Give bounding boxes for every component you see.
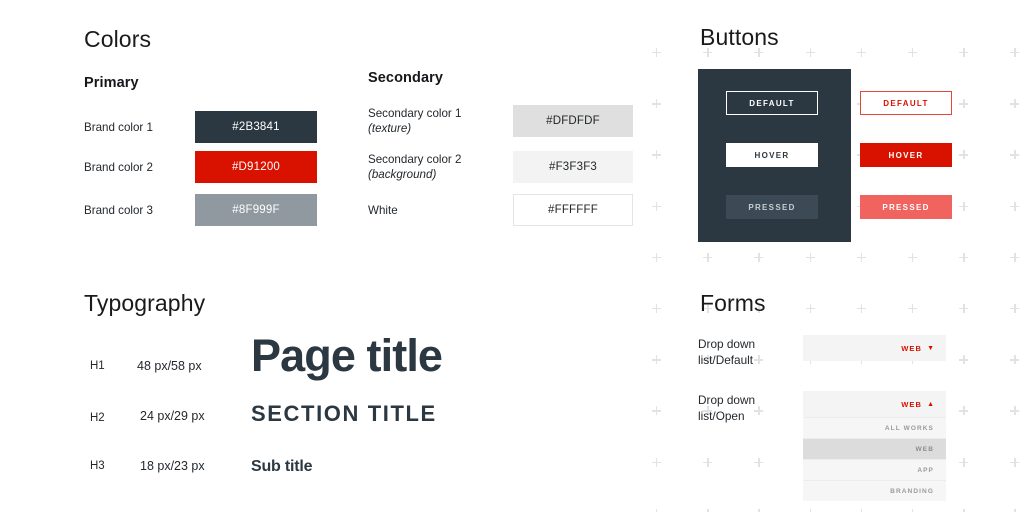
- dropdown-option-list: ALL WORKS WEB APP BRANDING: [803, 417, 946, 501]
- primary-colors-heading: Primary: [84, 75, 139, 91]
- color-swatch: #FFFFFF: [513, 194, 633, 226]
- plus-marker: [754, 406, 764, 416]
- plus-marker: [856, 48, 866, 57]
- dropdown-open-trigger[interactable]: WEB ▲: [803, 391, 946, 417]
- color-row-brand-2: Brand color 2 #D91200: [84, 151, 317, 183]
- plus-marker: [959, 355, 969, 365]
- type-metric-h3: 18 px/23 px: [140, 459, 205, 473]
- plus-marker: [652, 99, 661, 109]
- plus-marker: [1010, 304, 1020, 313]
- dropdown-default-label: Drop down list/Default: [698, 337, 756, 367]
- button-red-hover[interactable]: HOVER: [860, 143, 952, 167]
- color-label: White: [368, 203, 398, 217]
- color-swatch: #F3F3F3: [513, 151, 633, 183]
- plus-marker: [652, 150, 661, 160]
- dropdown-option-selected[interactable]: WEB: [803, 438, 946, 459]
- chevron-up-icon: ▲: [927, 400, 934, 408]
- dropdown-open-label: Drop down list/Open: [698, 393, 756, 423]
- plus-marker: [1010, 457, 1020, 467]
- plus-marker: [703, 457, 713, 467]
- type-metric-h2: 24 px/29 px: [140, 409, 205, 423]
- plus-marker: [959, 48, 969, 57]
- plus-marker: [1010, 99, 1020, 109]
- plus-marker: [805, 48, 815, 57]
- type-tag-h2: H2: [90, 412, 105, 424]
- dropdown-value: WEB: [901, 343, 923, 353]
- color-label: Secondary color 1 (texture): [368, 106, 513, 136]
- plus-marker: [959, 150, 969, 160]
- plus-marker: [703, 252, 713, 262]
- plus-marker: [856, 252, 866, 262]
- plus-marker: [652, 355, 661, 365]
- colors-section-title: Colors: [84, 26, 152, 52]
- color-row-white: White #FFFFFF: [368, 194, 633, 226]
- plus-marker: [959, 304, 969, 313]
- plus-marker: [652, 201, 661, 211]
- color-row-secondary-1: Secondary color 1 (texture) #DFDFDF: [368, 105, 633, 137]
- color-swatch: #8F999F: [195, 194, 317, 226]
- plus-marker: [754, 355, 764, 365]
- secondary-colors-heading: Secondary: [368, 70, 444, 86]
- type-sample-h1: Page title: [251, 330, 443, 381]
- forms-section-title: Forms: [700, 290, 766, 316]
- color-label: Secondary color 2 (background): [368, 152, 513, 182]
- plus-marker: [959, 201, 969, 211]
- style-guide-canvas: Colors Primary Brand color 1 #2B3841 Bra…: [0, 0, 1024, 512]
- buttons-section-title: Buttons: [700, 24, 779, 50]
- color-label-text: Secondary color 2: [368, 153, 462, 166]
- plus-marker: [959, 252, 969, 262]
- plus-marker: [754, 252, 764, 262]
- plus-marker: [652, 48, 661, 57]
- color-row-secondary-2: Secondary color 2 (background) #F3F3F3: [368, 151, 633, 183]
- type-sample-h3: Sub title: [251, 458, 313, 475]
- plus-marker: [1010, 150, 1020, 160]
- plus-marker: [959, 457, 969, 467]
- plus-marker: [959, 99, 969, 109]
- plus-marker: [959, 406, 969, 416]
- dropdown-option[interactable]: ALL WORKS: [803, 417, 946, 438]
- type-sample-h2: SECTION TITLE: [251, 401, 437, 426]
- color-label: Brand color 2: [84, 160, 153, 174]
- plus-marker: [805, 252, 815, 262]
- typography-section-title: Typography: [84, 290, 206, 316]
- color-label-note: (background): [368, 168, 437, 181]
- plus-marker: [908, 252, 917, 262]
- plus-marker: [856, 304, 866, 313]
- type-tag-h1: H1: [90, 360, 105, 372]
- color-row-brand-3: Brand color 3 #8F999F: [84, 194, 317, 226]
- plus-marker: [908, 304, 917, 313]
- plus-marker: [1010, 355, 1020, 365]
- button-red-default[interactable]: DEFAULT: [860, 91, 952, 115]
- dropdown-default[interactable]: WEB ▼: [803, 335, 946, 361]
- plus-marker: [652, 406, 661, 416]
- plus-marker: [1010, 201, 1020, 211]
- plus-marker: [1010, 406, 1020, 416]
- plus-marker: [1010, 48, 1020, 57]
- type-tag-h3: H3: [90, 460, 105, 472]
- plus-marker: [652, 252, 661, 262]
- color-swatch: #D91200: [195, 151, 317, 183]
- plus-marker: [754, 457, 764, 467]
- plus-marker: [1010, 252, 1020, 262]
- dropdown-option[interactable]: BRANDING: [803, 480, 946, 501]
- dropdown-option[interactable]: APP: [803, 459, 946, 480]
- color-label-text: Secondary color 1: [368, 107, 462, 120]
- color-label: Brand color 3: [84, 203, 153, 217]
- color-label: Brand color 1: [84, 120, 153, 134]
- button-red-pressed[interactable]: PRESSED: [860, 195, 952, 219]
- plus-marker: [652, 304, 661, 313]
- button-dark-default[interactable]: DEFAULT: [726, 91, 818, 115]
- plus-marker: [908, 48, 917, 57]
- button-dark-hover[interactable]: HOVER: [726, 143, 818, 167]
- plus-marker: [652, 457, 661, 467]
- type-metric-h1: 48 px/58 px: [137, 359, 202, 373]
- button-dark-pressed[interactable]: PRESSED: [726, 195, 818, 219]
- dropdown-value: WEB: [901, 399, 923, 409]
- color-label-note: (texture): [368, 122, 412, 135]
- color-swatch: #2B3841: [195, 111, 317, 143]
- color-row-brand-1: Brand color 1 #2B3841: [84, 111, 317, 143]
- chevron-down-icon: ▼: [927, 344, 934, 352]
- color-swatch: #DFDFDF: [513, 105, 633, 137]
- plus-marker: [805, 304, 815, 313]
